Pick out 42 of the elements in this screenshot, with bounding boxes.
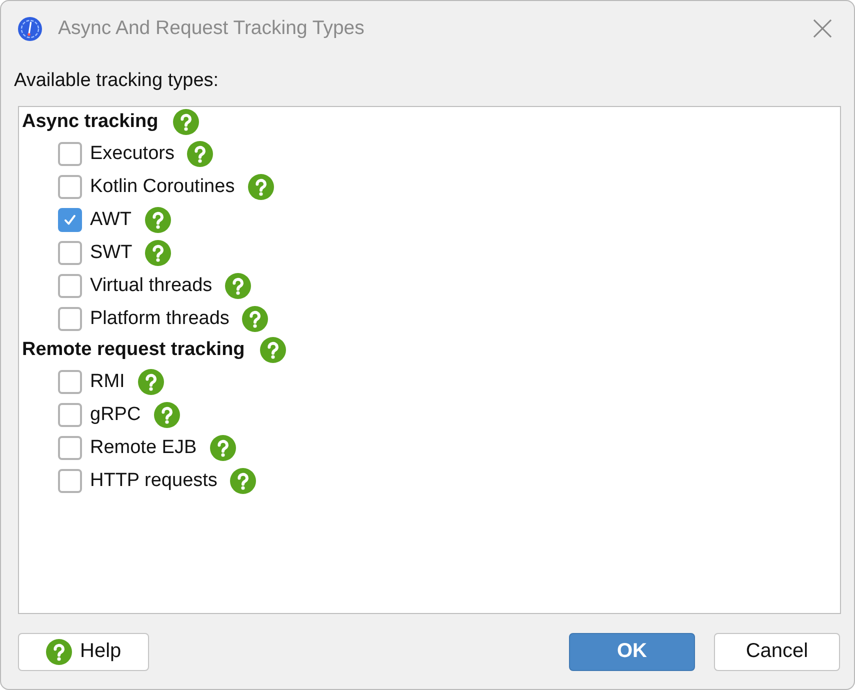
- help-icon[interactable]: [187, 140, 214, 166]
- checkbox[interactable]: [58, 370, 82, 394]
- checkbox[interactable]: [58, 436, 82, 460]
- help-icon[interactable]: [154, 402, 180, 428]
- help-icon[interactable]: [138, 368, 164, 394]
- checkbox[interactable]: [58, 274, 82, 298]
- checkbox-label[interactable]: Remote EJB: [90, 436, 197, 458]
- help-icon[interactable]: [144, 206, 171, 232]
- list-label: Available tracking types:: [13, 69, 219, 93]
- window-title: Async And Request Tracking Types: [58, 17, 366, 40]
- help-icon[interactable]: [225, 272, 252, 298]
- checkbox-label[interactable]: SWT: [90, 242, 132, 264]
- help-icon[interactable]: [173, 109, 200, 135]
- help-icon[interactable]: [230, 468, 256, 494]
- help-icon[interactable]: [260, 337, 286, 363]
- help-icon[interactable]: [242, 306, 268, 332]
- checkbox[interactable]: [58, 402, 82, 426]
- group-heading: Async tracking: [22, 111, 158, 133]
- gauge-icon: [18, 16, 42, 40]
- checkbox-label[interactable]: AWT: [90, 208, 132, 230]
- checkbox[interactable]: [58, 208, 82, 232]
- checkbox[interactable]: [58, 174, 82, 198]
- checkbox[interactable]: [58, 306, 82, 330]
- checkbox-label[interactable]: Executors: [90, 142, 174, 164]
- help-icon[interactable]: [210, 434, 236, 460]
- help-icon: [46, 638, 72, 664]
- ok-button[interactable]: OK: [569, 632, 695, 670]
- cancel-button[interactable]: Cancel: [714, 632, 840, 670]
- checkbox-label[interactable]: Virtual threads: [90, 274, 212, 296]
- help-button[interactable]: Help: [18, 632, 149, 670]
- checkbox-label[interactable]: HTTP requests: [90, 470, 218, 492]
- help-icon[interactable]: [248, 174, 274, 200]
- checkbox[interactable]: [58, 468, 82, 492]
- group-heading: Remote request tracking: [22, 339, 245, 361]
- checkbox-label[interactable]: Platform threads: [90, 308, 230, 330]
- checkbox-label[interactable]: RMI: [90, 370, 125, 392]
- checkbox-label[interactable]: Kotlin Coroutines: [90, 176, 235, 198]
- checkbox[interactable]: [58, 240, 82, 264]
- checkbox-label[interactable]: gRPC: [90, 404, 141, 426]
- help-icon[interactable]: [145, 240, 172, 266]
- close-icon: [812, 19, 832, 38]
- checkbox[interactable]: [58, 142, 82, 166]
